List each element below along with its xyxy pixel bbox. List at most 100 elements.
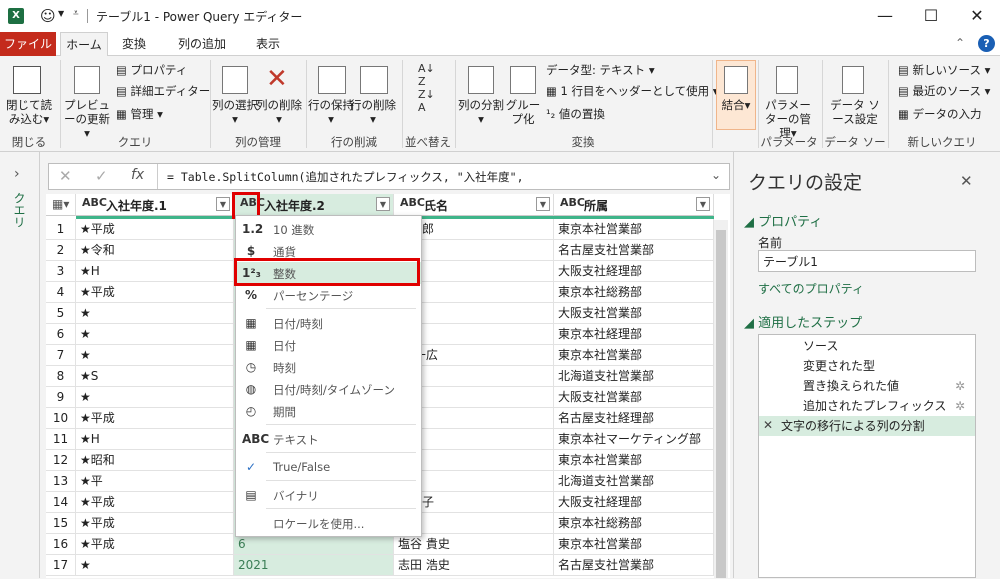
tab-view[interactable]: 表示 bbox=[248, 32, 288, 56]
cell-department[interactable]: 北海道支社営業部 bbox=[554, 366, 714, 387]
menu-item-time[interactable]: ◷ 時刻 bbox=[236, 356, 421, 378]
menu-item-date[interactable]: ▦ 日付 bbox=[236, 334, 421, 356]
cell-year-1[interactable]: ★平成 bbox=[76, 282, 234, 303]
cell-year-1[interactable]: ★ bbox=[76, 303, 234, 324]
cancel-formula-icon[interactable]: ✕ bbox=[59, 167, 72, 185]
formula-input[interactable]: = Table.SplitColumn(追加されたプレフィックス, "入社年度"… bbox=[167, 169, 524, 185]
expand-queries-icon[interactable]: › bbox=[14, 166, 20, 182]
filter-dropdown-icon[interactable]: ▼ bbox=[216, 197, 230, 211]
confirm-formula-icon[interactable]: ✓ bbox=[95, 167, 108, 185]
row-number[interactable]: 8 bbox=[46, 366, 76, 387]
abc-type-icon[interactable]: ABC bbox=[82, 196, 107, 209]
step-item[interactable]: 変更された型 bbox=[761, 356, 995, 376]
row-number[interactable]: 1 bbox=[46, 219, 76, 240]
queries-pane-collapsed[interactable]: › クエリ bbox=[0, 152, 40, 578]
menu-item-percentage[interactable]: % パーセンテージ bbox=[236, 284, 421, 306]
menu-item-duration[interactable]: ◴ 期間 bbox=[236, 400, 421, 422]
menu-item-text[interactable]: ABC テキスト bbox=[236, 428, 421, 450]
advanced-editor-button[interactable]: ▤ 詳細エディター bbox=[116, 83, 210, 99]
menu-item-true-false[interactable]: ✓ True/False bbox=[236, 456, 421, 478]
menu-item-datetime-timezone[interactable]: ◍ 日付/時刻/タイムゾーン bbox=[236, 378, 421, 400]
cell-year-1[interactable]: ★H bbox=[76, 261, 234, 282]
query-name-input[interactable]: テーブル1 bbox=[758, 250, 976, 272]
help-icon[interactable]: ? bbox=[978, 35, 995, 52]
cell-department[interactable]: 東京本社マーケティング部 bbox=[554, 429, 714, 450]
cell-year-1[interactable]: ★ bbox=[76, 555, 234, 576]
properties-section[interactable]: ◢ プロパティ bbox=[744, 211, 822, 230]
recent-sources-button[interactable]: ▤ 最近のソース ▾ bbox=[898, 83, 990, 99]
cell-name[interactable]: 塩谷 貴史 bbox=[394, 534, 554, 555]
all-properties-link[interactable]: すべてのプロパティ bbox=[758, 280, 864, 297]
cell-department[interactable]: 東京本社営業部 bbox=[554, 219, 714, 240]
cell-department[interactable]: 北海道支社営業部 bbox=[554, 471, 714, 492]
row-number[interactable]: 14 bbox=[46, 492, 76, 513]
cell-year-1[interactable]: ★S bbox=[76, 366, 234, 387]
manage-button[interactable]: ▦ 管理 ▾ bbox=[116, 106, 163, 122]
row-number[interactable]: 3 bbox=[46, 261, 76, 282]
minimize-button[interactable]: — bbox=[862, 4, 908, 28]
cell-department[interactable]: 大阪支社経理部 bbox=[554, 492, 714, 513]
table-menu-header[interactable]: ▦▾ bbox=[46, 194, 76, 216]
step-settings-gear-icon[interactable]: ✲ bbox=[955, 379, 965, 393]
data-source-settings-button[interactable]: データ ソース設定 bbox=[826, 98, 884, 126]
cell-department[interactable]: 名古屋支社経理部 bbox=[554, 408, 714, 429]
menu-item-datetime[interactable]: ▦ 日付/時刻 bbox=[236, 312, 421, 334]
step-settings-gear-icon[interactable]: ✲ bbox=[955, 399, 965, 413]
menu-item-decimal[interactable]: 1.2 10 進数 bbox=[236, 218, 421, 240]
cell-year-1[interactable]: ★ bbox=[76, 324, 234, 345]
data-type-dropdown[interactable]: データ型: テキスト ▾ bbox=[546, 62, 655, 78]
table-icon[interactable]: ▦▾ bbox=[52, 197, 69, 211]
abc-type-icon[interactable]: ABC bbox=[400, 196, 425, 209]
remove-columns-button[interactable]: 列の削除▾ bbox=[256, 98, 302, 126]
keep-rows-button[interactable]: 行の保持▾ bbox=[308, 98, 354, 126]
menu-item-locale[interactable]: ロケールを使用... bbox=[236, 512, 421, 534]
menu-item-binary[interactable]: ▤ バイナリ bbox=[236, 484, 421, 506]
row-number[interactable]: 13 bbox=[46, 471, 76, 492]
cell-year-1[interactable]: ★平成 bbox=[76, 492, 234, 513]
sort-descending-icon[interactable]: Z↓ A bbox=[418, 88, 435, 114]
cell-department[interactable]: 東京本社総務部 bbox=[554, 282, 714, 303]
fx-icon[interactable]: fx bbox=[131, 167, 144, 183]
step-item[interactable]: ソース bbox=[761, 336, 995, 356]
row-number[interactable]: 4 bbox=[46, 282, 76, 303]
tab-transform[interactable]: 変換 bbox=[114, 32, 154, 56]
row-number[interactable]: 9 bbox=[46, 387, 76, 408]
close-load-button[interactable]: 閉じて読み込む▾ bbox=[2, 98, 56, 126]
row-number[interactable]: 6 bbox=[46, 324, 76, 345]
cell-department[interactable]: 名古屋支社営業部 bbox=[554, 240, 714, 261]
cell-department[interactable]: 大阪支社営業部 bbox=[554, 303, 714, 324]
first-row-header-button[interactable]: ▦ 1 行目をヘッダーとして使用 ▾ bbox=[546, 83, 719, 99]
abc-type-icon[interactable]: ABC bbox=[560, 196, 585, 209]
column-header-0[interactable]: ABC 入社年度.1 ▼ bbox=[76, 194, 234, 216]
step-item-selected[interactable]: 文字の移行による列の分割 bbox=[761, 416, 995, 436]
applied-steps-section[interactable]: ◢ 適用したステップ bbox=[744, 312, 862, 331]
cell-name[interactable]: 志田 浩史 bbox=[394, 555, 554, 576]
row-number[interactable]: 5 bbox=[46, 303, 76, 324]
row-number[interactable]: 17 bbox=[46, 555, 76, 576]
row-number[interactable]: 15 bbox=[46, 513, 76, 534]
cell-year-1[interactable]: ★H bbox=[76, 429, 234, 450]
cell-year-1[interactable]: ★ bbox=[76, 387, 234, 408]
group-by-button[interactable]: グループ化 bbox=[502, 98, 544, 126]
row-number[interactable]: 16 bbox=[46, 534, 76, 555]
combine-button[interactable]: 結合▾ bbox=[716, 98, 756, 112]
smile-feedback-icon[interactable]: ☺ bbox=[40, 7, 56, 25]
cell-department[interactable]: 東京本社経理部 bbox=[554, 324, 714, 345]
column-header-3[interactable]: ABC 所属 ▼ bbox=[554, 194, 714, 216]
cell-year-1[interactable]: ★昭和 bbox=[76, 450, 234, 471]
cell-year-2[interactable]: 6 bbox=[234, 534, 394, 555]
feedback-dropdown-icon[interactable]: ▼ bbox=[58, 9, 64, 18]
cell-year-1[interactable]: ★平成 bbox=[76, 534, 234, 555]
quick-access-icon[interactable]: ⩡ bbox=[73, 8, 79, 19]
cell-year-1[interactable]: ★平成 bbox=[76, 219, 234, 240]
enter-data-button[interactable]: ▦ データの入力 bbox=[898, 106, 982, 122]
scrollbar-thumb[interactable] bbox=[716, 230, 726, 578]
maximize-button[interactable]: ☐ bbox=[908, 4, 954, 28]
filter-dropdown-icon[interactable]: ▼ bbox=[536, 197, 550, 211]
cell-year-1[interactable]: ★ bbox=[76, 345, 234, 366]
row-number[interactable]: 12 bbox=[46, 450, 76, 471]
cell-department[interactable]: 東京本社営業部 bbox=[554, 345, 714, 366]
split-column-button[interactable]: 列の分割▾ bbox=[458, 98, 504, 126]
properties-button[interactable]: ▤ プロパティ bbox=[116, 62, 187, 78]
new-source-button[interactable]: ▤ 新しいソース ▾ bbox=[898, 62, 990, 78]
